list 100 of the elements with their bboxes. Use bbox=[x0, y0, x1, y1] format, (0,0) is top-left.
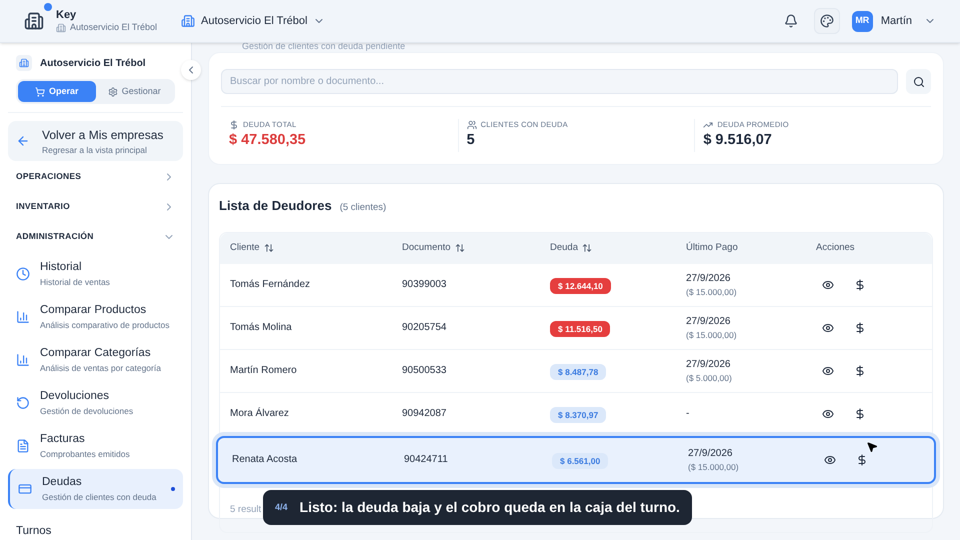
gear-icon bbox=[108, 86, 118, 96]
stat-value: $ 9.516,07 bbox=[703, 131, 773, 150]
logo-icon bbox=[24, 11, 44, 31]
user-menu[interactable]: MR Martín bbox=[852, 10, 936, 32]
client-name: Martín Romero bbox=[230, 364, 298, 378]
column-header: Último Pago bbox=[686, 240, 739, 255]
sort-icon bbox=[264, 243, 274, 253]
nav-item-subtitle: Historial de ventas bbox=[40, 276, 110, 289]
view-icon[interactable] bbox=[822, 364, 834, 376]
bar-chart-icon bbox=[16, 353, 30, 367]
nav-item[interactable]: Comparar Productos Análisis comparativo de productos bbox=[8, 297, 183, 337]
clock-icon bbox=[16, 267, 30, 281]
debt-badge: $ 6.561,00 bbox=[552, 452, 608, 470]
back-card[interactable]: Volver a Mis empresas Regresar a la vista principal bbox=[8, 121, 183, 161]
search-button[interactable] bbox=[906, 69, 931, 94]
palette-icon bbox=[820, 14, 834, 28]
dollar-icon[interactable] bbox=[854, 322, 866, 334]
dollar-icon[interactable] bbox=[856, 454, 868, 466]
building-icon bbox=[181, 14, 196, 28]
list-count: (5 clientes) bbox=[340, 201, 386, 215]
last-payment-amount: ($ 15.000,00) bbox=[688, 460, 740, 474]
table-row[interactable]: Tomás Fernández 90399003 $ 12.644,10 27/9/2026 ($ 15.000,00) bbox=[220, 264, 932, 306]
nav-item-title: Turnos bbox=[16, 524, 52, 540]
client-name: Tomás Molina bbox=[230, 321, 293, 335]
document-number: 90399003 bbox=[402, 278, 448, 292]
cart-icon bbox=[34, 86, 45, 96]
company-selector[interactable]: Autoservicio El Trébol bbox=[181, 12, 326, 30]
view-icon[interactable] bbox=[822, 408, 834, 420]
last-payment-date: 27/9/2026 bbox=[688, 446, 734, 461]
debt-badge: $ 12.644,10 bbox=[550, 278, 611, 294]
mode-tab[interactable]: Operar bbox=[18, 81, 96, 102]
nav-item[interactable]: Comparar Categorías Análisis de ventas por categoría bbox=[8, 340, 183, 380]
table-row[interactable]: Tomás Molina 90205754 $ 11.516,50 27/9/2026 ($ 15.000,00) bbox=[220, 306, 932, 350]
client-name: Tomás Fernández bbox=[230, 278, 312, 292]
last-payment-amount: ($ 15.000,00) bbox=[686, 286, 738, 298]
debt-badge: $ 8.370,97 bbox=[550, 406, 606, 424]
last-payment-amount: ($ 15.000,00) bbox=[686, 328, 738, 342]
search-icon bbox=[912, 76, 924, 88]
undo-icon bbox=[16, 396, 30, 410]
tour-text: Listo: la deuda baja y el cobro queda en la caja del turno. bbox=[300, 498, 680, 517]
nav-item[interactable]: Deudas Gestión de clientes con deuda bbox=[8, 469, 183, 509]
back-subtitle: Regresar a la vista principal bbox=[42, 144, 148, 156]
stat-value: 5 bbox=[466, 131, 476, 150]
column-header[interactable]: Deuda bbox=[550, 240, 686, 256]
building-icon bbox=[56, 22, 66, 33]
section-header[interactable]: OPERACIONES bbox=[8, 162, 183, 191]
nav-item-title: Devoluciones bbox=[40, 389, 110, 404]
nav-item-title: Comparar Categorías bbox=[40, 346, 152, 361]
users-icon bbox=[466, 120, 477, 130]
view-icon[interactable] bbox=[824, 454, 836, 466]
last-payment-date: - bbox=[686, 407, 690, 421]
user-avatar: MR bbox=[852, 10, 873, 32]
column-header[interactable]: Documento bbox=[402, 240, 550, 256]
mode-tab[interactable]: Gestionar bbox=[96, 81, 173, 102]
company-icon bbox=[16, 55, 32, 71]
trend-up-icon bbox=[703, 120, 714, 130]
nav-item[interactable]: Facturas Comprobantes emitidos bbox=[8, 426, 183, 466]
nav-item-title: Deudas bbox=[42, 475, 83, 490]
last-payment-amount: ($ 5.000,00) bbox=[686, 372, 733, 384]
nav-item[interactable]: Turnos bbox=[8, 512, 183, 540]
last-payment-date: 27/9/2026 bbox=[686, 358, 732, 372]
nav-item-subtitle: Análisis de ventas por categoría bbox=[40, 362, 161, 375]
app-subtitle: Autoservicio El Trébol bbox=[70, 22, 158, 34]
nav-item[interactable]: Historial Historial de ventas bbox=[8, 254, 183, 294]
nav-item-title: Facturas bbox=[40, 432, 86, 447]
results-count: 5 result bbox=[230, 504, 262, 514]
dollar-icon[interactable] bbox=[854, 408, 866, 420]
document-number: 90424711 bbox=[404, 453, 449, 467]
section-header[interactable]: INVENTARIO bbox=[8, 192, 183, 221]
search-field[interactable]: Buscar por nombre o documento... bbox=[221, 69, 898, 94]
column-header: Acciones bbox=[816, 240, 856, 255]
table-row[interactable]: Martín Romero 90500533 $ 8.487,78 27/9/2026 ($ 5.000,00) bbox=[220, 350, 932, 392]
notifications-icon[interactable] bbox=[784, 14, 798, 28]
view-icon[interactable] bbox=[822, 278, 834, 290]
sort-icon bbox=[454, 243, 465, 253]
collapse-button[interactable] bbox=[181, 60, 201, 80]
nav-item[interactable]: Devoluciones Gestión de devoluciones bbox=[8, 383, 183, 423]
bar-chart-icon bbox=[16, 310, 30, 324]
nav-item-title: Historial bbox=[40, 260, 83, 275]
last-payment-date: 27/9/2026 bbox=[686, 272, 732, 286]
column-header[interactable]: Cliente bbox=[230, 240, 402, 256]
section-header[interactable]: ADMINISTRACIÓN bbox=[8, 222, 183, 251]
stat-value: $ 47.580,35 bbox=[229, 131, 307, 150]
theme-button[interactable] bbox=[814, 8, 840, 34]
client-name: Renata Acosta bbox=[232, 453, 298, 467]
credit-card-icon bbox=[18, 482, 32, 496]
nav-item-subtitle: Gestión de devoluciones bbox=[40, 405, 134, 418]
debt-badge: $ 11.516,50 bbox=[550, 320, 610, 338]
last-payment-date: 27/9/2026 bbox=[686, 314, 732, 329]
dollar-icon[interactable] bbox=[854, 364, 866, 376]
app-name: Key bbox=[56, 8, 78, 22]
dollar-icon[interactable] bbox=[854, 278, 866, 290]
nav-item-subtitle: Gestión de clientes con deuda bbox=[42, 491, 156, 504]
debt-badge: $ 8.487,78 bbox=[550, 364, 606, 380]
document-icon bbox=[16, 439, 30, 453]
back-title: Volver a Mis empresas bbox=[42, 126, 164, 144]
sort-icon bbox=[582, 243, 592, 253]
view-icon[interactable] bbox=[822, 322, 834, 334]
company-name: Autoservicio El Trébol bbox=[40, 56, 146, 70]
document-number: 90942087 bbox=[402, 407, 448, 421]
